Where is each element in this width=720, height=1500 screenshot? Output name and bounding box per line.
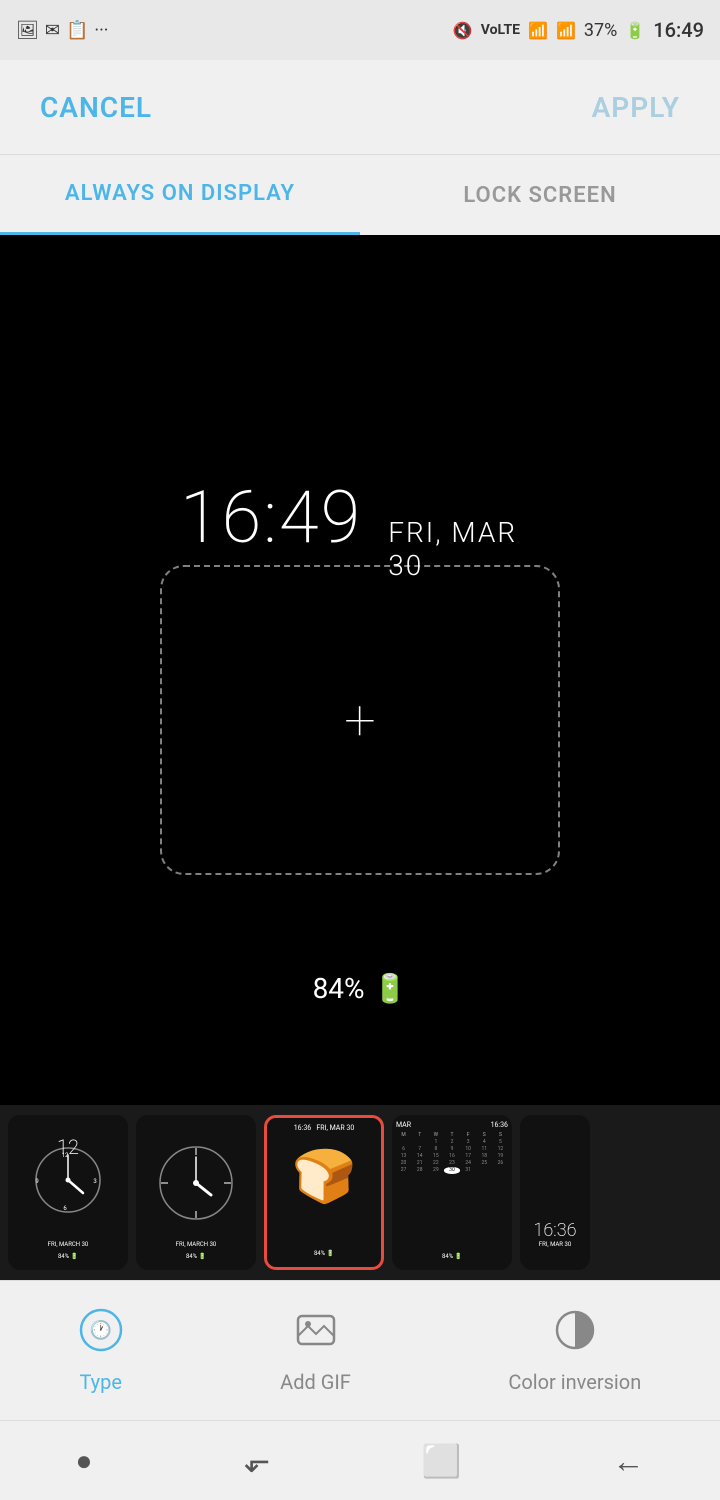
nav-bar: ● ⬐ ⬜ ← [0,1420,720,1500]
tab-lock-screen[interactable]: LOCK SCREEN [360,155,720,235]
thumb2-date: FRI, MARCH 30 [176,1241,217,1248]
preview-area: 16:49 FRI, MAR 30 + 84% 🔋 [0,235,720,1105]
cancel-button[interactable]: CANCEL [40,91,152,124]
mail-icon: ✉ [45,20,60,41]
svg-text:🕐: 🕐 [90,1319,112,1340]
status-time: 16:49 [653,18,704,42]
thumbnail-item-3[interactable]: MAR16:36 M T W T F S S 1 2 3 4 5 6 [392,1115,512,1270]
add-icon: + [344,687,375,753]
status-right-icons: 🔇 VoLTE 📶 📶 37% 🔋 16:49 [453,18,704,42]
action-bar: CANCEL APPLY [0,60,720,155]
nav-home-button[interactable]: ⬜ [421,1442,461,1480]
thumbnail-item-0[interactable]: 12 12 3 6 9 FRI, MARCH 30 84% 🔋 [8,1115,128,1270]
add-content-box[interactable]: + [160,565,560,875]
preview-time: 16:49 [180,475,362,560]
thumb3-gif-icon: 🍞 [292,1146,357,1207]
svg-text:9: 9 [35,1178,38,1185]
battery-percentage: 84% [313,972,365,1005]
more-icon: ··· [94,20,108,41]
bottom-toolbar: 🕐 Type Add GIF Color inversion [0,1280,720,1420]
type-label: Type [79,1370,122,1394]
thumb1-date: FRI, MARCH 30 [48,1241,89,1248]
nav-dot-button[interactable]: ● [76,1444,93,1477]
tab-always-on-display[interactable]: ALWAYS ON DISPLAY [0,155,360,235]
status-left-icons: 🖼 ✉ 📋 ··· [16,20,108,41]
thumb4-battery: 84% 🔋 [442,1253,462,1260]
thumbnail-strip: 12 12 3 6 9 FRI, MARCH 30 84% 🔋 [0,1105,720,1280]
svg-text:3: 3 [93,1178,96,1185]
thumb1-battery: 84% 🔋 [58,1253,78,1260]
thumb5-date: FRI, MAR 30 [539,1241,571,1248]
thumb3-battery: 84% 🔋 [314,1250,334,1257]
thumb2-battery: 84% 🔋 [186,1253,206,1260]
add-gif-button[interactable]: Add GIF [280,1308,351,1394]
color-inversion-button[interactable]: Color inversion [508,1308,641,1394]
clipboard-icon: 📋 [66,20,88,41]
nav-recents-button[interactable]: ⬐ [244,1442,271,1480]
thumbnail-item-2[interactable]: 16:36 FRI, MAR 30 🍞 84% 🔋 [264,1115,384,1270]
image-icon: 🖼 [16,20,39,41]
apply-button[interactable]: APPLY [592,91,680,124]
thumbnail-item-1[interactable]: FRI, MARCH 30 84% 🔋 [136,1115,256,1270]
battery-icon: 🔋 [373,972,408,1005]
type-button[interactable]: 🕐 Type [79,1308,123,1394]
signal-icon: 📶 [556,21,576,40]
wifi-icon: 📶 [528,21,548,40]
volte-label: VoLTE [481,22,520,38]
battery-row: 84% 🔋 [313,972,408,1005]
thumb5-time: 16:36 [533,1220,576,1241]
color-inversion-icon [553,1308,597,1362]
thumb4-cal-grid: M T W T F S S 1 2 3 4 5 6 7 8 9 10 [396,1132,508,1174]
nav-back-button[interactable]: ← [612,1442,644,1480]
battery-percent: 37% [584,20,617,41]
color-inversion-label: Color inversion [508,1370,641,1394]
svg-text:6: 6 [63,1205,67,1212]
thumb1-analog: 12 3 6 9 [33,1145,103,1215]
tabs: ALWAYS ON DISPLAY LOCK SCREEN [0,155,720,235]
thumb4-header: MAR16:36 [396,1121,508,1129]
add-gif-label: Add GIF [280,1370,351,1394]
add-gif-icon [294,1308,338,1362]
thumbnail-item-4[interactable]: 16:36 FRI, MAR 30 [520,1115,590,1270]
battery-icon: 🔋 [625,21,645,40]
mute-icon: 🔇 [453,21,473,40]
type-icon: 🕐 [79,1308,123,1362]
thumb3-topbar: 16:36 FRI, MAR 30 [271,1124,377,1132]
thumb2-analog [156,1143,236,1223]
status-bar: 🖼 ✉ 📋 ··· 🔇 VoLTE 📶 📶 37% 🔋 16:49 [0,0,720,60]
